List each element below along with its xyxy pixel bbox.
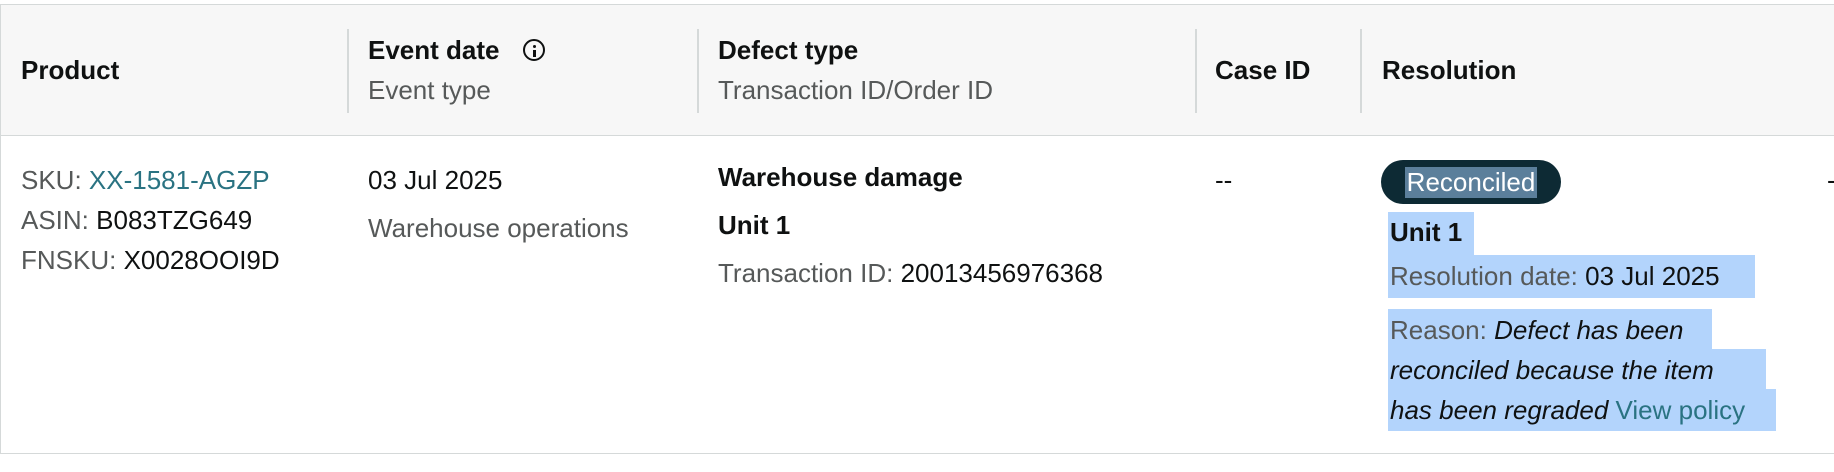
sku-link[interactable]: XX-1581-AGZP bbox=[89, 165, 270, 195]
sku-label: SKU: bbox=[21, 165, 82, 195]
column-divider bbox=[1360, 29, 1362, 113]
header-event-type: Event type bbox=[368, 75, 491, 105]
transaction-line: Transaction ID: 20013456976368 bbox=[718, 258, 1103, 289]
reason-line-2: reconciled because the item bbox=[1390, 355, 1714, 385]
event-type-value: Warehouse operations bbox=[368, 213, 629, 243]
resolution-unit: Unit 1 bbox=[1390, 217, 1463, 247]
header-product[interactable]: Product bbox=[21, 55, 119, 86]
asin-label: ASIN: bbox=[21, 205, 89, 235]
defect-unit: Unit 1 bbox=[718, 210, 791, 240]
header-resolution[interactable]: Resolution bbox=[1382, 55, 1516, 86]
defects-table: Product Event date Event type Defect typ… bbox=[0, 4, 1834, 454]
event-date-value: 03 Jul 2025 bbox=[368, 165, 503, 195]
table-header: Product Event date Event type Defect typ… bbox=[1, 5, 1834, 136]
defect-type-value: Warehouse damage bbox=[718, 162, 963, 192]
fnsku-line: FNSKU: X0028OOI9D bbox=[21, 245, 280, 276]
trailing-mark: - bbox=[1827, 165, 1834, 196]
fnsku-label: FNSKU: bbox=[21, 245, 117, 275]
reason-line-1: Reason: Defect has been bbox=[1390, 315, 1683, 346]
resolution-date-line: Resolution date: 03 Jul 2025 bbox=[1390, 261, 1720, 292]
header-case-id[interactable]: Case ID bbox=[1215, 55, 1310, 86]
view-policy-link[interactable]: View policy bbox=[1616, 395, 1746, 425]
reason-line-3: has been regraded View policy bbox=[1390, 395, 1745, 426]
resolution-date-value: 03 Jul 2025 bbox=[1585, 261, 1720, 291]
asin-line: ASIN: B083TZG649 bbox=[21, 205, 252, 236]
resolution-date-label: Resolution date: bbox=[1390, 261, 1578, 291]
header-event-date[interactable]: Event date bbox=[368, 35, 500, 66]
transaction-label: Transaction ID: bbox=[718, 258, 894, 288]
transaction-value: 20013456976368 bbox=[900, 258, 1104, 288]
header-transaction-order-id: Transaction ID/Order ID bbox=[718, 75, 994, 105]
column-divider bbox=[1195, 29, 1197, 113]
column-divider bbox=[697, 29, 699, 113]
status-badge: Reconciled bbox=[1381, 160, 1561, 204]
case-id-value: -- bbox=[1215, 165, 1233, 195]
info-icon[interactable] bbox=[523, 39, 545, 61]
reason-text-end: has been regraded bbox=[1390, 395, 1609, 425]
header-defect-type[interactable]: Defect type bbox=[718, 35, 858, 66]
reason-text: Defect has been bbox=[1494, 315, 1684, 345]
asin-value: B083TZG649 bbox=[96, 205, 253, 235]
sku-line: SKU: XX-1581-AGZP bbox=[21, 165, 270, 196]
reason-label: Reason: bbox=[1390, 315, 1487, 345]
fnsku-value: X0028OOI9D bbox=[123, 245, 280, 275]
column-divider bbox=[347, 29, 349, 113]
status-badge-label: Reconciled bbox=[1404, 166, 1538, 198]
